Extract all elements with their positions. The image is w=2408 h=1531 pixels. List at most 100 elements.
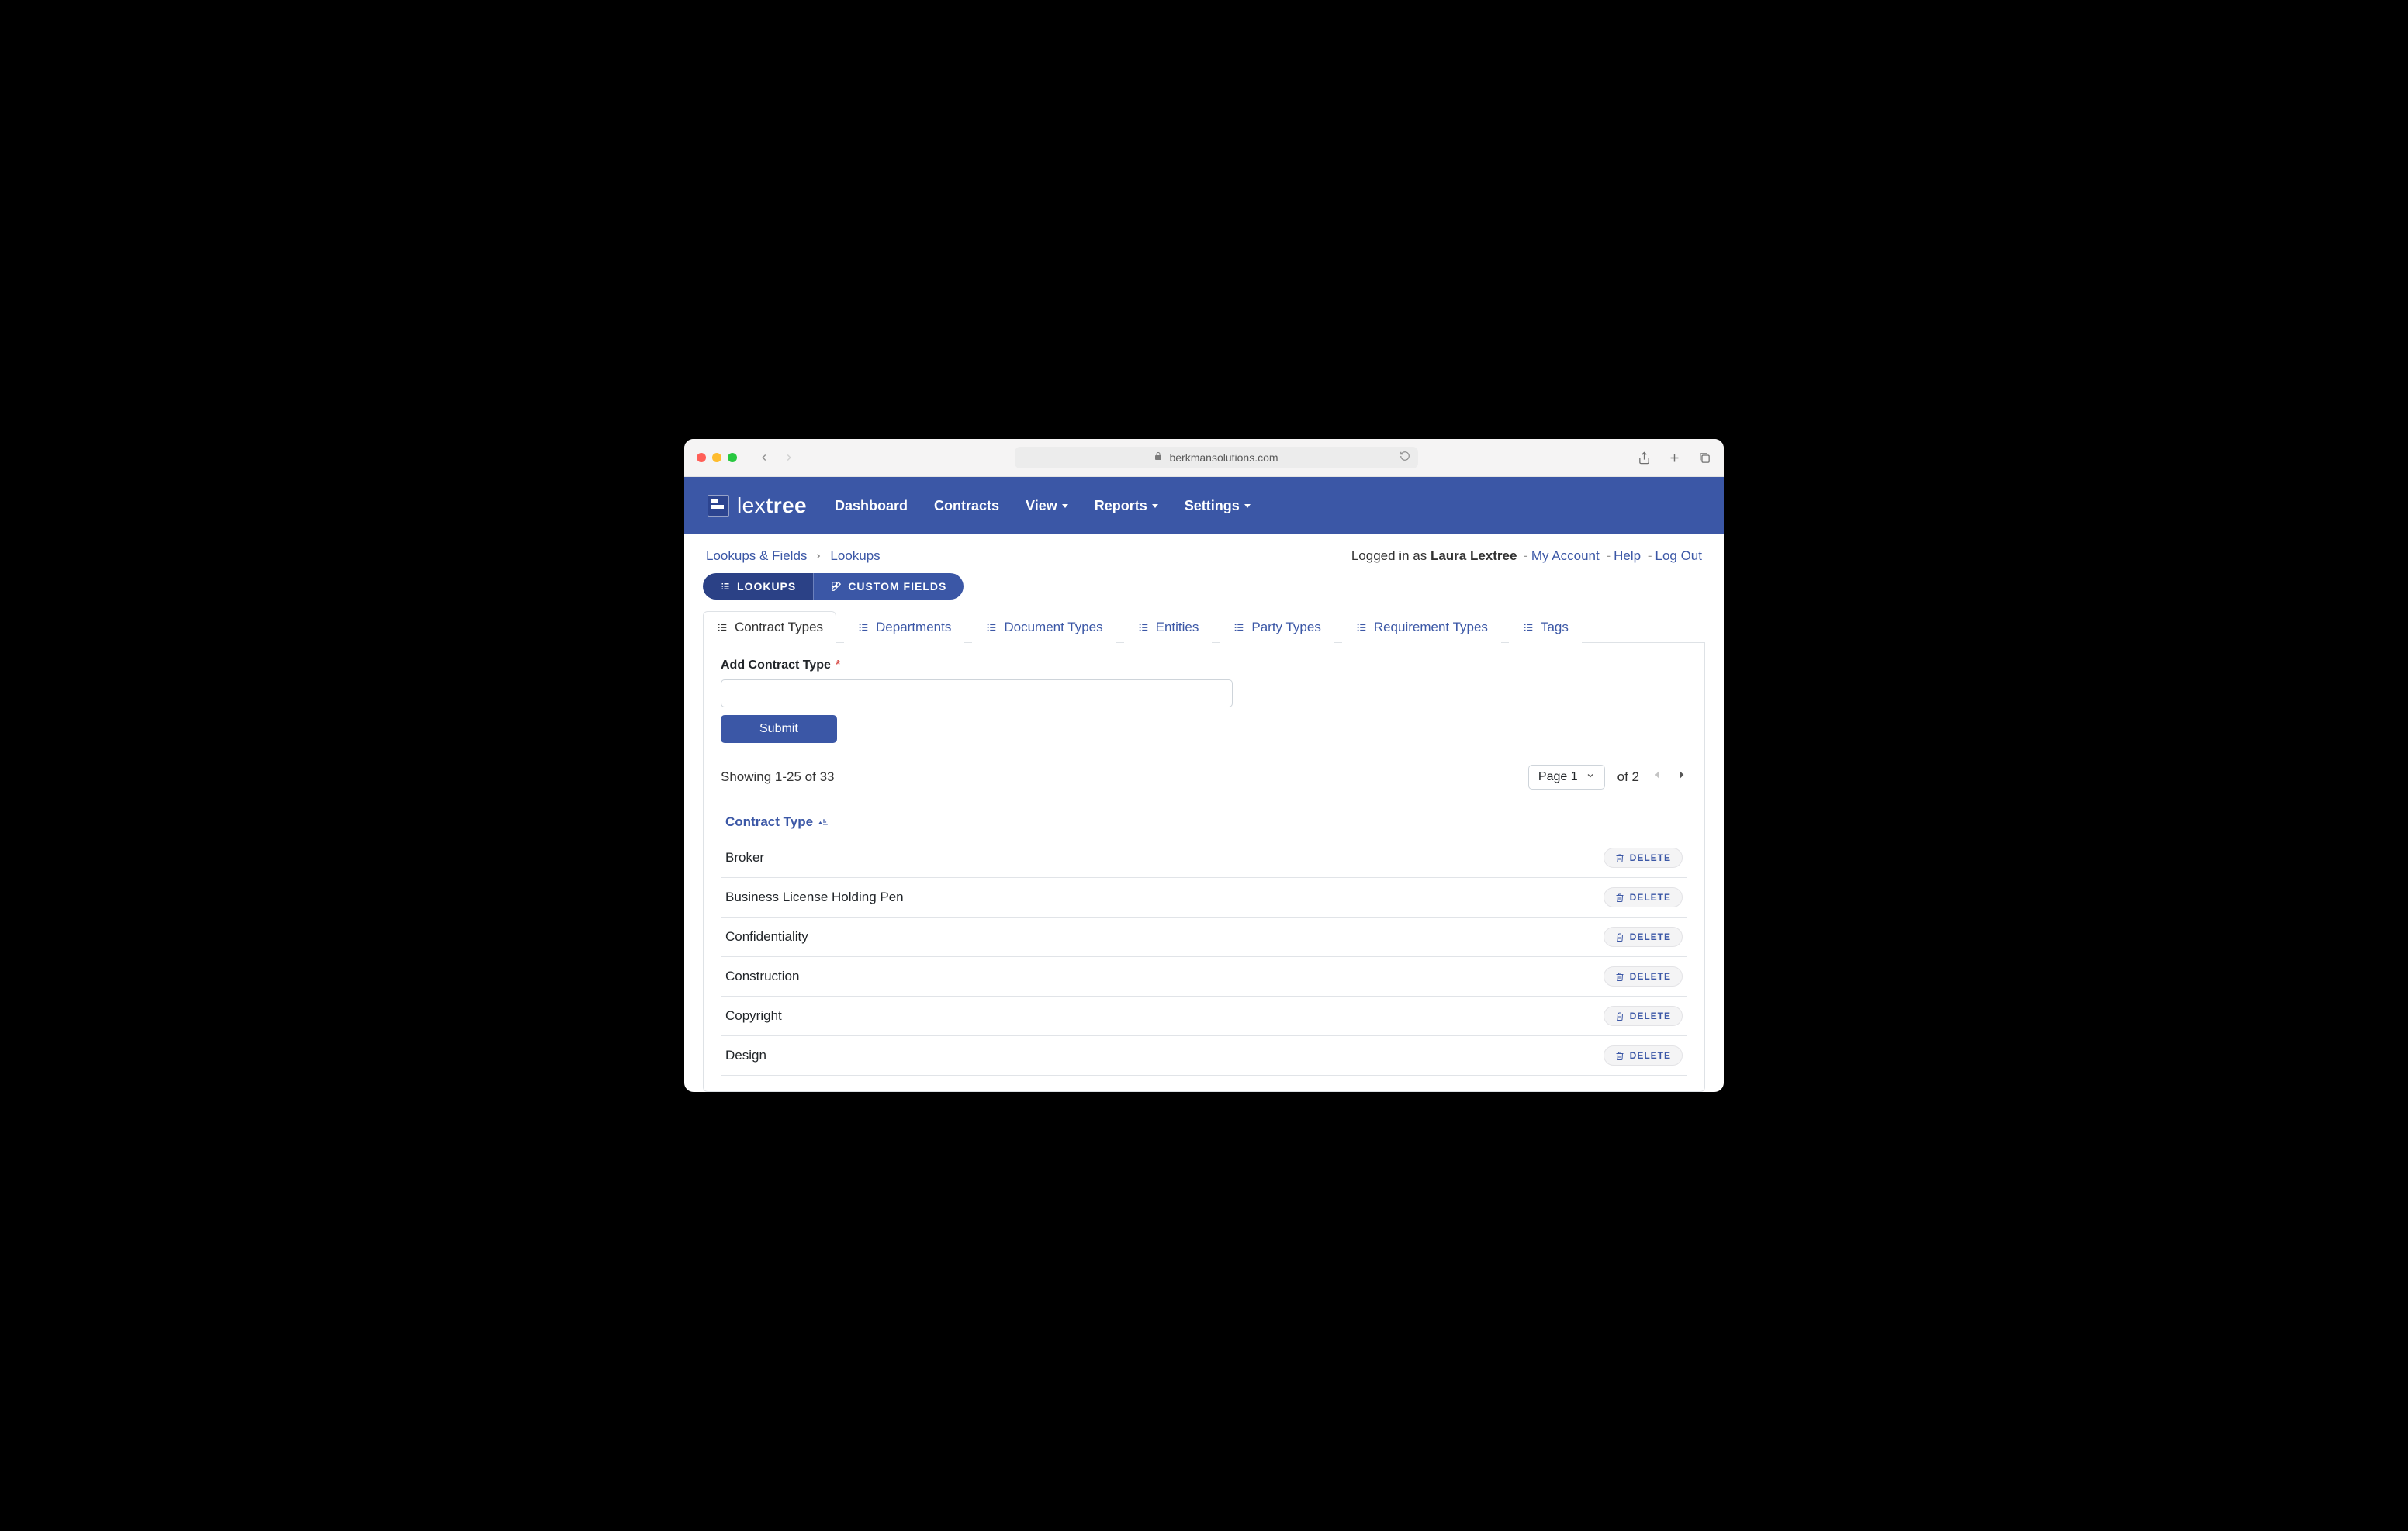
- new-tab-icon[interactable]: [1668, 451, 1681, 465]
- address-bar[interactable]: berkmansolutions.com: [1015, 447, 1418, 468]
- lookup-tab-label: Party Types: [1251, 620, 1320, 635]
- prev-page-button[interactable]: [1652, 768, 1662, 786]
- user-status: Logged in as Laura Lextree -My Account -…: [1351, 548, 1702, 564]
- window-controls: [697, 453, 737, 462]
- next-page-button[interactable]: [1676, 768, 1687, 786]
- browser-window: berkmansolutions.com lextree: [684, 439, 1724, 1092]
- table-row: Copyright DELETE: [721, 997, 1687, 1036]
- trash-icon: [1615, 853, 1624, 863]
- lookup-tab-requirement-types[interactable]: Requirement Types: [1342, 611, 1501, 643]
- list-icon: [985, 622, 998, 633]
- tab-lookups[interactable]: Lookups: [703, 573, 813, 600]
- breadcrumb: Lookups & Fields Lookups: [706, 548, 881, 564]
- table-row: Business License Holding PenDELETE: [721, 878, 1687, 918]
- row-name: Construction: [725, 969, 1604, 984]
- lookup-tab-label: Entities: [1156, 620, 1199, 635]
- lookup-tab-label: Tags: [1541, 620, 1569, 635]
- list-icon: [716, 622, 728, 633]
- help-link[interactable]: Help: [1614, 548, 1641, 563]
- list-icon: [720, 582, 731, 591]
- share-icon[interactable]: [1638, 451, 1651, 465]
- table-row: Confidentiality DELETE: [721, 918, 1687, 957]
- table-row: Broker DELETE: [721, 838, 1687, 878]
- lookup-tabs: Contract Types Departments Document Types E…: [703, 610, 1705, 643]
- lookup-tab-tags[interactable]: Tags: [1509, 611, 1582, 643]
- delete-button[interactable]: DELETE: [1604, 966, 1683, 987]
- my-account-link[interactable]: My Account: [1531, 548, 1600, 563]
- list-icon: [1355, 622, 1368, 633]
- lookup-tab-contract-types[interactable]: Contract Types: [703, 611, 836, 643]
- user-name: Laura Lextree: [1431, 548, 1517, 563]
- tab-custom-fields[interactable]: Custom Fields: [813, 573, 964, 600]
- chevron-down-icon: [1062, 504, 1068, 508]
- edit-icon: [831, 581, 842, 592]
- row-name: Confidentiality: [725, 929, 1604, 945]
- lookup-tab-label: Document Types: [1004, 620, 1102, 635]
- trash-icon: [1615, 1051, 1624, 1061]
- chevron-right-icon: [815, 548, 822, 564]
- delete-label: DELETE: [1630, 852, 1671, 863]
- window-maximize-button[interactable]: [728, 453, 737, 462]
- lookup-tab-document-types[interactable]: Document Types: [972, 611, 1116, 643]
- breadcrumb-root[interactable]: Lookups & Fields: [706, 548, 807, 564]
- tabs-icon[interactable]: [1698, 451, 1711, 465]
- page-select[interactable]: Page 1: [1528, 765, 1605, 790]
- section-toggle: Lookups Custom Fields: [703, 573, 1705, 600]
- logo-mark-icon: [708, 495, 729, 517]
- delete-button[interactable]: DELETE: [1604, 887, 1683, 907]
- contract-type-table: Contract Type BrokerDELETEBusiness Licen…: [721, 807, 1687, 1076]
- trash-icon: [1615, 1011, 1624, 1021]
- list-icon: [1522, 622, 1534, 633]
- url-text: berkmansolutions.com: [1169, 451, 1278, 464]
- tab-panel: Add Contract Type* Submit Showing 1-25 o…: [703, 643, 1705, 1092]
- trash-icon: [1615, 972, 1624, 982]
- trash-icon: [1615, 893, 1624, 903]
- trash-icon: [1615, 932, 1624, 942]
- submit-button[interactable]: Submit: [721, 715, 837, 743]
- delete-label: DELETE: [1630, 1011, 1671, 1021]
- delete-button[interactable]: DELETE: [1604, 1006, 1683, 1026]
- back-button[interactable]: [759, 452, 770, 463]
- nav-dashboard[interactable]: Dashboard: [835, 498, 908, 514]
- chevron-down-icon: [1244, 504, 1251, 508]
- lookup-tab-departments[interactable]: Departments: [844, 611, 964, 643]
- nav-view[interactable]: View: [1026, 498, 1068, 514]
- lookup-tab-label: Departments: [876, 620, 951, 635]
- lookup-tab-label: Requirement Types: [1374, 620, 1488, 635]
- log-out-link[interactable]: Log Out: [1656, 548, 1703, 563]
- lock-icon: [1154, 451, 1163, 465]
- delete-button[interactable]: DELETE: [1604, 848, 1683, 868]
- delete-label: DELETE: [1630, 931, 1671, 942]
- breadcrumb-current[interactable]: Lookups: [830, 548, 880, 564]
- window-close-button[interactable]: [697, 453, 706, 462]
- row-name: Business License Holding Pen: [725, 890, 1604, 905]
- chevron-down-icon: [1152, 504, 1158, 508]
- delete-button[interactable]: DELETE: [1604, 1045, 1683, 1066]
- table-row: Design DELETE: [721, 1036, 1687, 1076]
- delete-label: DELETE: [1630, 1050, 1671, 1061]
- browser-chrome: berkmansolutions.com: [684, 439, 1724, 477]
- nav-settings[interactable]: Settings: [1185, 498, 1251, 514]
- lookup-tab-label: Contract Types: [735, 620, 823, 635]
- app-navbar: lextree Dashboard Contracts View Reports…: [684, 477, 1724, 534]
- list-icon: [1233, 622, 1245, 633]
- add-label: Add Contract Type*: [721, 658, 1687, 672]
- nav-contracts[interactable]: Contracts: [934, 498, 999, 514]
- add-contract-type-input[interactable]: [721, 679, 1233, 707]
- nav-reports[interactable]: Reports: [1095, 498, 1158, 514]
- forward-button[interactable]: [784, 452, 794, 463]
- window-minimize-button[interactable]: [712, 453, 721, 462]
- lookup-tab-party-types[interactable]: Party Types: [1220, 611, 1334, 643]
- reload-icon[interactable]: [1399, 451, 1410, 465]
- required-mark: *: [836, 658, 840, 672]
- delete-button[interactable]: DELETE: [1604, 927, 1683, 947]
- showing-text: Showing 1-25 of 33: [721, 769, 1516, 785]
- list-icon: [1137, 622, 1150, 633]
- page-of-text: of 2: [1617, 769, 1639, 785]
- row-name: Broker: [725, 850, 1604, 866]
- column-header-contract-type[interactable]: Contract Type: [721, 807, 1687, 838]
- lookup-tab-entities[interactable]: Entities: [1124, 611, 1213, 643]
- row-name: Copyright: [725, 1008, 1604, 1024]
- logo[interactable]: lextree: [708, 493, 807, 518]
- row-name: Design: [725, 1048, 1604, 1063]
